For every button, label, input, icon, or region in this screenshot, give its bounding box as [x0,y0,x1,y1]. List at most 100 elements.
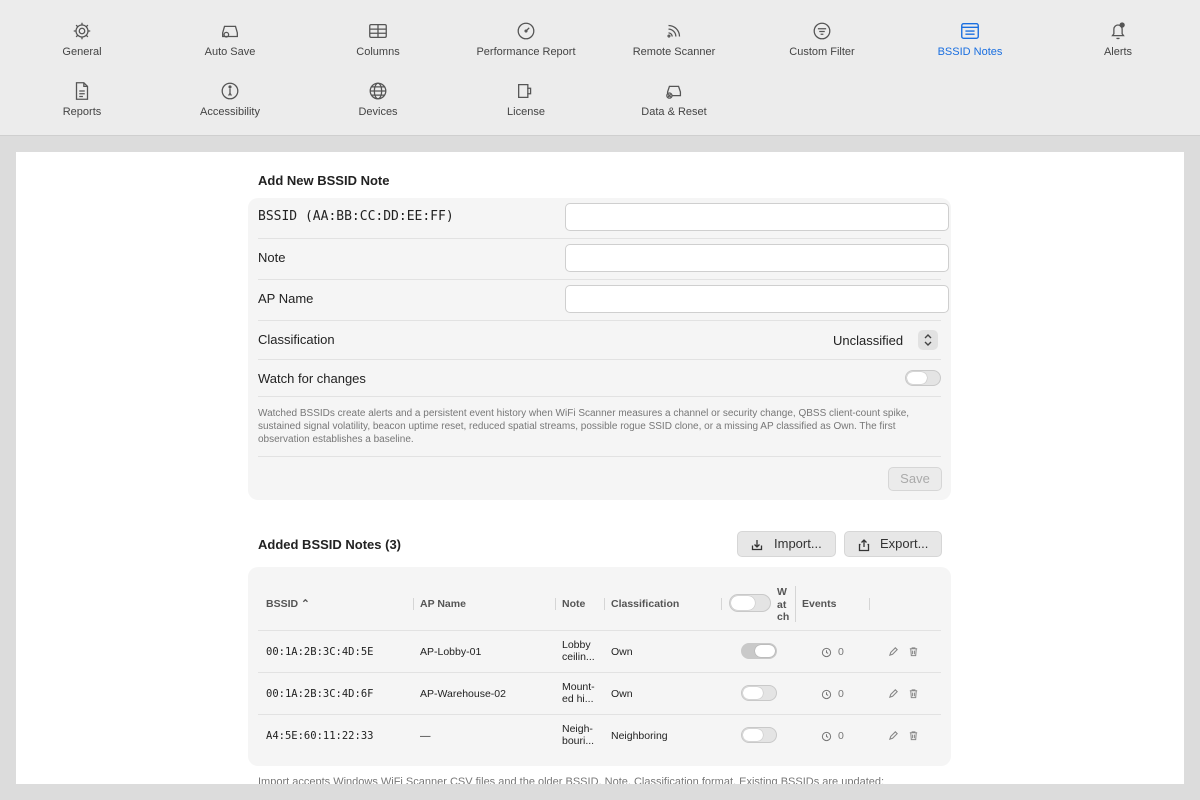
add-note-card: BSSID (AA:BB:CC:DD:EE:FF) Note AP Name C… [248,198,951,500]
toggle-knob [743,687,763,699]
row-note-line2: ceilin... [562,651,595,663]
bell-icon [1111,22,1125,40]
table-icon [369,23,387,39]
row-classification: Own [611,688,633,700]
column-divider [869,598,870,610]
row-watch-toggle[interactable] [741,727,777,743]
trash-icon[interactable] [908,646,919,657]
watch-all-toggle[interactable] [729,594,771,612]
tab-alerts-label: Alerts [1103,46,1133,58]
tab-general[interactable]: General [12,20,152,58]
tab-reports-label: Reports [62,106,102,118]
edit-icon[interactable] [888,688,899,699]
tab-performance-report-label: Performance Report [476,46,576,58]
watch-label: Watch for changes [258,371,366,386]
classification-stepper[interactable] [918,330,938,350]
row-ap-name: — [420,730,431,742]
tab-license-label: License [507,106,545,118]
up-down-chevron-icon [924,334,932,346]
column-divider [555,598,556,610]
row-note: Mount-ed hi... [562,681,595,705]
column-divider [413,598,414,610]
export-button[interactable]: Export... [844,531,942,557]
divider [258,279,941,280]
import-label: Import... [774,536,822,551]
row-note-line1: Mount- [562,681,595,693]
bssid-input[interactable] [565,203,949,231]
col-note[interactable]: Note [562,598,585,610]
import-icon [751,540,763,551]
tab-bssid-notes-label: BSSID Notes [937,46,1003,58]
tab-performance-report[interactable]: Performance Report [456,20,596,58]
ap-name-label: AP Name [258,291,314,306]
row-bssid: 00:1A:2B:3C:4D:5E [266,646,374,658]
row-classification: Neighboring [611,730,668,742]
toggle-knob [743,729,763,741]
trash-icon[interactable] [908,688,919,699]
classification-label: Classification [258,332,335,347]
col-bssid[interactable]: BSSID ⌃ [266,598,310,610]
toggle-knob [907,372,927,384]
row-events: 0 [838,646,844,658]
import-button[interactable]: Import... [737,531,836,557]
bssid-label: BSSID (AA:BB:CC:DD:EE:FF) [258,209,454,224]
preferences-toolbar: General Auto Save Columns Performance Re… [0,0,1200,136]
notes-table: BSSID ⌃ AP Name Note Classification W at… [248,567,951,766]
tab-data-reset[interactable]: Data & Reset [604,80,744,118]
gear-icon [73,22,91,40]
classification-value[interactable]: Unclassified [833,333,903,348]
edit-icon[interactable] [888,730,899,741]
document-icon [75,82,89,100]
row-note-line1: Lobby [562,639,591,651]
tab-devices[interactable]: Devices [308,80,448,118]
toggle-knob [755,645,775,657]
row-bssid: 00:1A:2B:3C:4D:6F [266,688,374,700]
globe-icon [369,82,387,100]
column-divider [604,598,605,610]
col-bssid-label: BSSID [266,598,299,610]
tab-alerts[interactable]: Alerts [1048,20,1188,58]
note-label: Note [258,250,286,265]
row-events: 0 [838,688,844,700]
tab-custom-filter[interactable]: Custom Filter [752,20,892,58]
col-classification[interactable]: Classification [611,598,679,610]
filter-icon [813,22,831,40]
edit-icon[interactable] [888,646,899,657]
row-watch-toggle[interactable] [741,685,777,701]
row-note-line2: bouri... [562,735,595,747]
content-panel: Add New BSSID Note BSSID (AA:BB:CC:DD:EE… [16,152,1184,784]
tab-accessibility-label: Accessibility [200,106,260,118]
tab-remote-scanner-label: Remote Scanner [632,46,716,58]
signal-icon [667,24,681,38]
tab-auto-save[interactable]: Auto Save [160,20,300,58]
row-watch-toggle[interactable] [741,643,777,659]
tab-accessibility[interactable]: Accessibility [160,80,300,118]
tab-bssid-notes[interactable]: BSSID Notes [900,20,1040,58]
tab-license[interactable]: License [456,80,596,118]
tab-data-reset-label: Data & Reset [641,106,707,118]
column-divider [795,586,796,622]
col-ap-name[interactable]: AP Name [420,598,466,610]
tab-general-label: General [62,46,102,58]
note-input[interactable] [565,244,949,272]
row-note-line2: ed hi... [562,693,594,705]
divider [258,672,941,673]
divider [258,456,941,457]
divider [258,359,941,360]
trash-icon[interactable] [908,730,919,741]
divider [258,396,941,397]
tab-columns[interactable]: Columns [308,20,448,58]
history-icon [821,689,832,700]
save-button[interactable]: Save [888,467,942,491]
toggle-knob [731,596,755,610]
tab-columns-label: Columns [356,46,400,58]
col-events[interactable]: Events [802,598,836,610]
col-watch[interactable]: W at ch [777,586,791,624]
column-divider [721,598,722,610]
notes-icon [961,22,979,40]
ap-name-input[interactable] [565,285,949,313]
gauge-icon [517,22,535,40]
tab-reports[interactable]: Reports [12,80,152,118]
tab-remote-scanner[interactable]: Remote Scanner [604,20,744,58]
watch-toggle[interactable] [905,370,941,386]
